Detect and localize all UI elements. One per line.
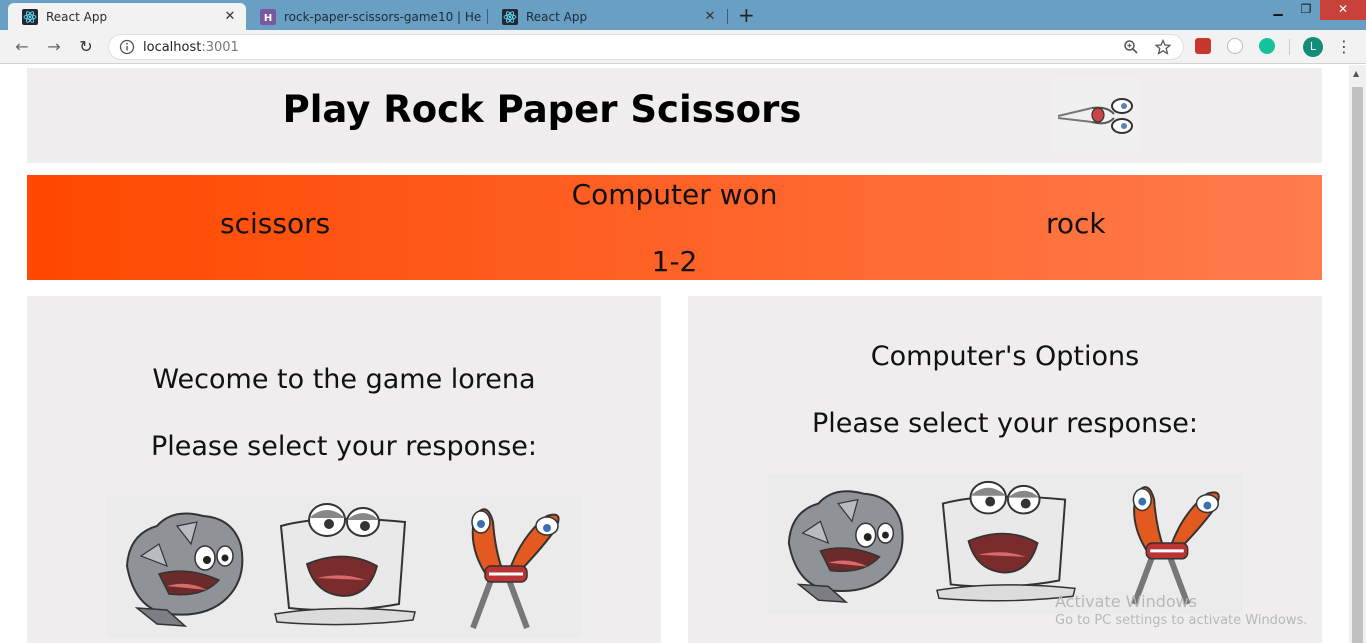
info-icon[interactable]	[119, 39, 135, 55]
forward-arrow-icon[interactable]: →	[44, 37, 64, 57]
computer-rock-option	[768, 474, 926, 614]
tab-title: React App	[46, 9, 108, 24]
score: 1-2	[651, 245, 698, 278]
more-menu-icon[interactable]: ⋮	[1336, 37, 1352, 56]
computer-panel: Computer's Options Please select your re…	[688, 296, 1322, 643]
scissors-logo-icon	[1052, 78, 1140, 152]
url-host: localhost	[143, 40, 202, 55]
profile-avatar[interactable]: L	[1303, 37, 1323, 57]
scroll-up-icon[interactable]: ▲	[1353, 69, 1359, 78]
tab-close-icon[interactable]: ✕	[702, 9, 718, 24]
toolbar-divider	[1289, 39, 1290, 55]
page-scrollbar[interactable]: ▲	[1349, 65, 1366, 643]
scrollbar-thumb[interactable]	[1352, 87, 1363, 643]
paper-character-icon	[265, 496, 423, 638]
tab-close-icon[interactable]: ✕	[222, 9, 238, 24]
player-options	[107, 496, 581, 638]
tab-title: rock-paper-scissors-game10 | He	[284, 9, 482, 24]
page-header: Play Rock Paper Scissors	[27, 68, 1322, 163]
user-choice: scissors	[220, 207, 331, 240]
scissors-character-icon	[423, 496, 581, 638]
window-close-icon[interactable]: ✕	[1320, 0, 1366, 20]
react-icon	[502, 8, 518, 25]
extension-icon-red[interactable]	[1195, 38, 1211, 54]
scissors-option[interactable]	[423, 496, 581, 638]
result-banner: Computer won scissors rock 1-2	[27, 175, 1322, 280]
watermark-subtitle: Go to PC settings to activate Windows.	[1055, 613, 1308, 628]
tab-title: React App	[526, 9, 588, 24]
bookmark-star-icon[interactable]	[1155, 39, 1171, 55]
extension-icon-face[interactable]	[1227, 38, 1243, 54]
minimize-icon[interactable]: ▁	[1264, 0, 1292, 20]
page-viewport: Play Rock Paper Scissors Computer won sc…	[0, 65, 1349, 643]
rock-character-icon	[107, 496, 265, 638]
grammarly-icon[interactable]	[1259, 38, 1275, 54]
computer-heading: Computer's Options	[870, 341, 1140, 372]
activate-windows-watermark: Activate Windows Go to PC settings to ac…	[1055, 592, 1307, 628]
new-tab-button[interactable]: +	[738, 4, 755, 26]
react-icon	[22, 8, 38, 25]
svg-text:H: H	[264, 13, 272, 24]
welcome-message: Wecome to the game lorena	[152, 364, 536, 395]
player-prompt: Please select your response:	[150, 431, 538, 462]
window-controls: ▁ ❐ ✕	[1264, 0, 1366, 20]
tab-react-app-2[interactable]: React App ✕	[488, 3, 726, 30]
computer-prompt: Please select your response:	[811, 408, 1199, 439]
tab-heroku[interactable]: H rock-paper-scissors-game10 | He	[246, 3, 486, 30]
watermark-title: Activate Windows	[1055, 592, 1198, 611]
url-port: :3001	[201, 40, 239, 55]
computer-choice: rock	[1046, 207, 1106, 240]
page-title: Play Rock Paper Scissors	[282, 88, 802, 131]
back-arrow-icon[interactable]: ←	[12, 37, 32, 57]
url-text: localhost:3001	[143, 40, 239, 55]
browser-toolbar: ← → ↻ localhost:3001 L ⋮	[0, 30, 1366, 64]
address-bar[interactable]: localhost:3001	[108, 34, 1184, 60]
zoom-icon[interactable]	[1123, 39, 1139, 55]
browser-tab-bar: React App ✕ H rock-paper-scissors-game10…	[0, 0, 1366, 30]
heroku-icon: H	[260, 8, 276, 25]
rock-character-icon	[769, 474, 925, 614]
restore-icon[interactable]: ❐	[1292, 0, 1320, 20]
paper-option[interactable]	[265, 496, 423, 638]
reload-icon[interactable]: ↻	[76, 37, 96, 57]
tab-separator	[727, 9, 728, 24]
tab-react-app-1[interactable]: React App ✕	[8, 3, 246, 30]
player-panel: Wecome to the game lorena Please select …	[27, 296, 661, 643]
rock-option[interactable]	[107, 496, 265, 638]
